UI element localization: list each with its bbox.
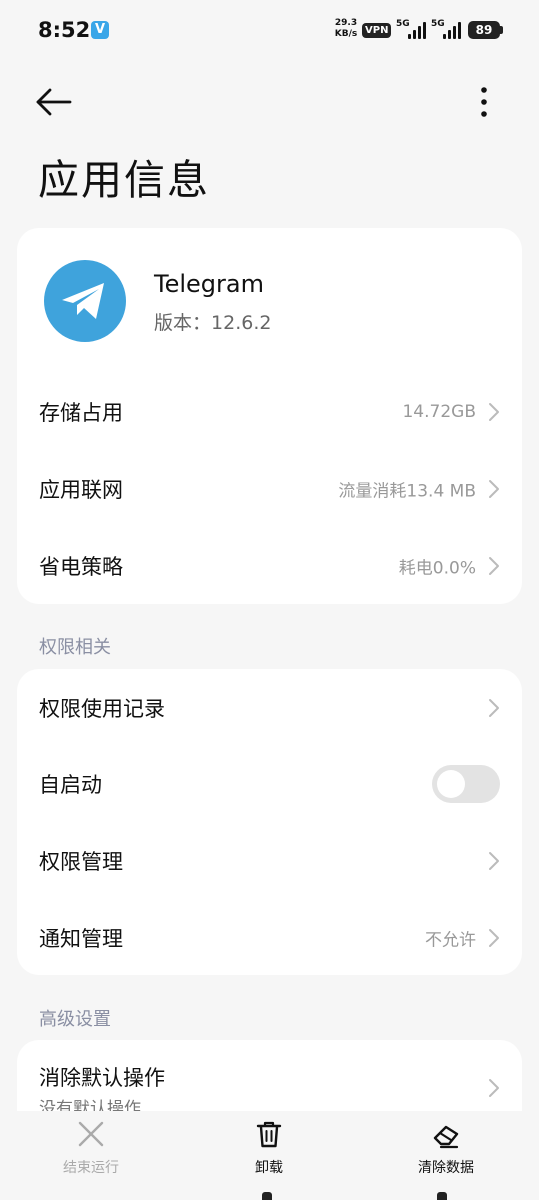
app-summary-card: Telegram 版本：12.6.2 存储占用 14.72GB 应用联网 流量消… [17,228,522,604]
uninstall-button[interactable]: 卸载 [214,1119,324,1189]
trash-icon [256,1121,282,1148]
battery-icon: 89 [468,21,500,39]
clear-data-label: 清除数据 [418,1160,474,1176]
force-stop-label: 结束运行 [63,1160,119,1176]
permission-management-row[interactable]: 权限管理 [17,822,522,899]
clear-data-button[interactable]: 清除数据 [391,1119,501,1189]
notification-management-label: 通知管理 [39,926,123,951]
app-notification-icon: V [91,21,109,39]
chevron-right-icon [489,928,499,947]
network-speed-value: 29.3 [334,18,358,28]
clock: 8:52 [38,18,91,42]
permission-management-label: 权限管理 [39,849,123,874]
telegram-app-icon [44,260,126,342]
version-label: 版本： [154,312,212,334]
sim2-signal-icon: 5G [431,19,465,41]
permission-usage-record-row[interactable]: 权限使用记录 [17,669,522,746]
battery-tip [500,26,503,34]
nav-hint-mark [262,1192,272,1200]
back-button[interactable] [32,80,76,124]
chevron-right-icon [489,851,499,870]
page-title: 应用信息 [38,156,210,204]
network-speed: 29.3 KB/s [332,18,360,40]
notification-management-row[interactable]: 通知管理 不允许 [17,899,522,976]
more-vertical-icon [481,87,487,117]
permissions-card: 权限使用记录 自启动 权限管理 通知管理 不允许 [17,669,522,975]
battery-saver-row[interactable]: 省电策略 耗电0.0% [17,527,522,604]
storage-value: 14.72GB [402,401,476,422]
chevron-right-icon [489,402,499,421]
network-usage-value: 流量消耗13.4 MB [338,481,476,501]
autostart-label: 自启动 [39,772,102,797]
chevron-right-icon [489,556,499,575]
storage-label: 存储占用 [39,400,123,425]
clear-defaults-label: 消除默认操作 [39,1066,165,1090]
chevron-right-icon [489,1079,499,1097]
close-icon [78,1121,104,1147]
nav-hint-mark [437,1192,447,1200]
battery-saver-value: 耗电0.0% [398,558,476,578]
advanced-section-title: 高级设置 [39,1009,111,1030]
permission-usage-record-label: 权限使用记录 [39,696,165,721]
chevron-right-icon [489,698,499,717]
app-version: 版本：12.6.2 [154,308,271,335]
network-usage-row[interactable]: 应用联网 流量消耗13.4 MB [17,450,522,527]
uninstall-label: 卸载 [255,1160,283,1176]
status-bar: 8:52 V 29.3 KB/s VPN 5G 5G 89 [0,0,539,62]
vpn-badge: VPN [362,23,392,38]
toggle-knob [437,769,465,798]
autostart-row: 自启动 [17,745,522,822]
chevron-right-icon [489,479,499,498]
force-stop-button[interactable]: 结束运行 [36,1119,146,1189]
telegram-logo [62,283,104,319]
more-options-button[interactable] [466,80,502,124]
eraser-icon [433,1125,459,1149]
network-speed-unit: KB/s [334,29,358,39]
app-name: Telegram [154,270,264,298]
version-value: 12.6.2 [211,312,272,334]
notification-management-value: 不允许 [425,930,476,950]
storage-row[interactable]: 存储占用 14.72GB [17,373,522,450]
sim1-signal-icon: 5G [396,19,430,41]
autostart-toggle[interactable] [432,764,500,803]
battery-saver-label: 省电策略 [39,554,123,579]
bottom-action-bar: 结束运行 卸载 清除数据 [0,1111,539,1200]
arrow-left-icon [36,88,72,116]
network-usage-label: 应用联网 [39,477,123,502]
permissions-section-title: 权限相关 [39,637,111,658]
app-info-screen: 8:52 V 29.3 KB/s VPN 5G 5G 89 应用信息 Teleg… [0,0,539,1200]
